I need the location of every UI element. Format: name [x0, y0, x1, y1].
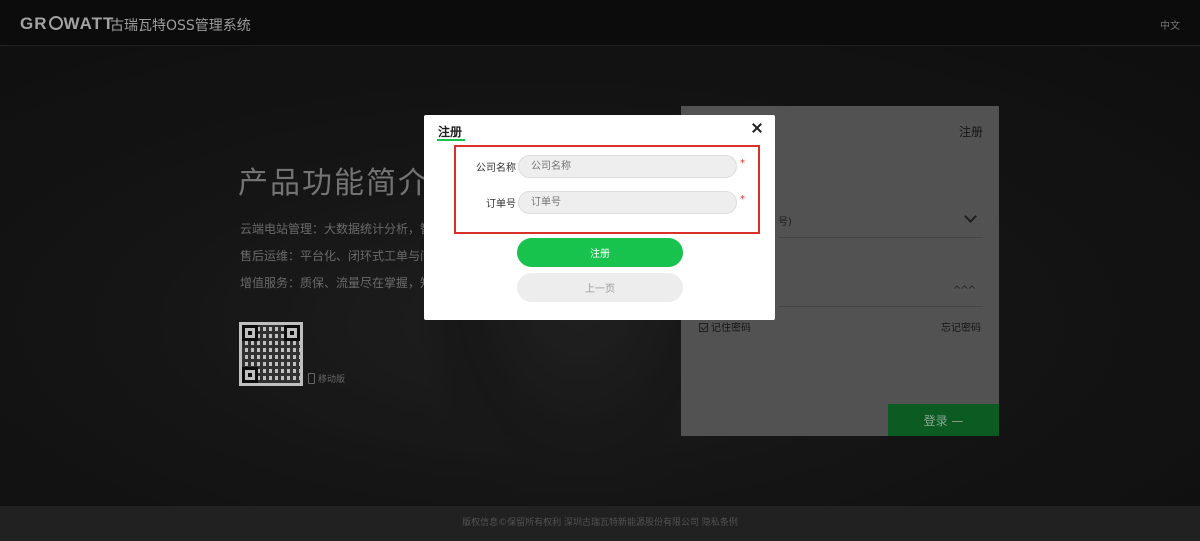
- close-icon[interactable]: [751, 121, 763, 135]
- required-mark: *: [740, 158, 745, 169]
- required-mark: *: [740, 194, 745, 205]
- order-number-label: 订单号: [486, 199, 516, 210]
- title-underline: [437, 139, 465, 141]
- company-name-row: 公司名称 *: [454, 155, 774, 179]
- company-name-input[interactable]: [518, 155, 737, 178]
- register-button[interactable]: 注册: [517, 238, 683, 267]
- previous-page-button[interactable]: 上一页: [517, 273, 683, 302]
- modal-title: 注册: [438, 125, 463, 139]
- order-number-input[interactable]: [518, 191, 737, 214]
- company-name-label: 公司名称: [476, 163, 516, 174]
- register-modal: 注册 公司名称 * 订单号 * 注册 上一页: [424, 115, 775, 320]
- order-number-row: 订单号 *: [454, 191, 774, 215]
